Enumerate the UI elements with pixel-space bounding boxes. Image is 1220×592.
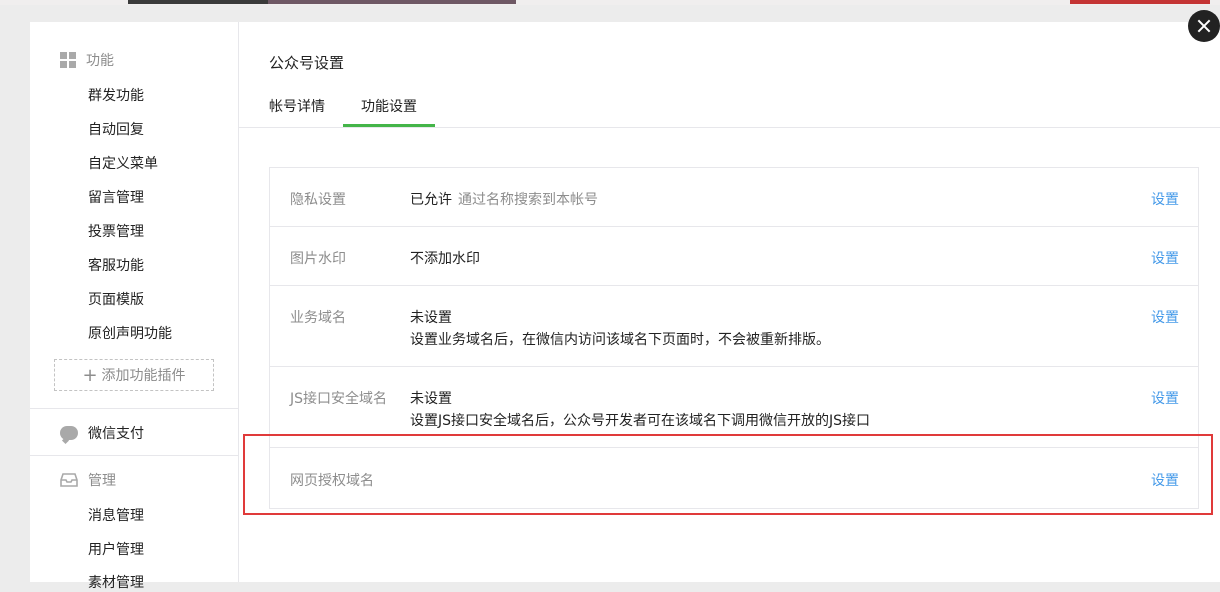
sidebar-item-custom-menu[interactable]: 自定义菜单 — [88, 153, 158, 173]
background-page-strip — [0, 0, 1220, 5]
sidebar-item-comments[interactable]: 留言管理 — [88, 187, 144, 207]
sidebar-item-original-declaration[interactable]: 原创声明功能 — [88, 323, 172, 343]
add-plugin-button[interactable]: + 添加功能插件 — [54, 359, 214, 391]
setting-name: 业务域名 — [290, 310, 346, 326]
sidebar-section-manage: 管理 — [60, 470, 116, 490]
sidebar-section-label: 管理 — [88, 473, 116, 489]
js-domain-settings-link[interactable]: 设置 — [1151, 388, 1179, 408]
oauth-domain-settings-link[interactable]: 设置 — [1151, 470, 1179, 490]
background-strip-dark — [128, 0, 268, 4]
privacy-settings-link[interactable]: 设置 — [1151, 189, 1179, 209]
setting-value: 未设置 — [410, 391, 452, 407]
sidebar-item-label: 微信支付 — [88, 426, 144, 442]
sidebar-item-wechat-pay[interactable]: 微信支付 — [60, 423, 144, 443]
setting-description: 设置业务域名后，在微信内访问该域名下页面时，不会被重新排版。 — [410, 332, 830, 348]
tab-function-settings[interactable]: 功能设置 — [343, 96, 435, 127]
sidebar-item-page-templates[interactable]: 页面模版 — [88, 289, 144, 309]
sidebar-item-users[interactable]: 用户管理 — [88, 539, 144, 559]
setting-row-watermark: 图片水印 不添加水印 设置 — [270, 226, 1198, 285]
setting-value: 不添加水印 — [410, 251, 480, 267]
business-domain-settings-link[interactable]: 设置 — [1151, 307, 1179, 327]
setting-value: 未设置 — [410, 310, 452, 326]
sidebar-section-label: 功能 — [86, 53, 114, 69]
sidebar-divider — [30, 455, 238, 456]
sidebar-item-customer-service[interactable]: 客服功能 — [88, 255, 144, 275]
tab-account-details[interactable]: 帐号详情 — [269, 96, 325, 116]
sidebar-item-mass-send[interactable]: 群发功能 — [88, 85, 144, 105]
setting-row-business-domain: 业务域名 未设置 设置业务域名后，在微信内访问该域名下页面时，不会被重新排版。 … — [270, 285, 1198, 366]
sidebar: 功能 群发功能 自动回复 自定义菜单 留言管理 投票管理 客服功能 页面模版 原… — [30, 22, 239, 591]
setting-row-js-domain: JS接口安全域名 未设置 设置JS接口安全域名后，公众号开发者可在该域名下调用微… — [270, 366, 1198, 447]
settings-dialog: 功能 群发功能 自动回复 自定义菜单 留言管理 投票管理 客服功能 页面模版 原… — [30, 22, 1220, 591]
main-content: 公众号设置 帐号详情 功能设置 隐私设置 已允许 通过名称搜索到本帐号 设置 图片… — [239, 22, 1220, 582]
sidebar-item-materials[interactable]: 素材管理 — [88, 572, 144, 592]
sidebar-item-voting[interactable]: 投票管理 — [88, 221, 144, 241]
sidebar-divider — [30, 408, 238, 409]
setting-name: 图片水印 — [290, 251, 346, 267]
background-strip-image — [268, 0, 516, 4]
sidebar-item-messages[interactable]: 消息管理 — [88, 505, 144, 525]
setting-description: 设置JS接口安全域名后，公众号开发者可在该域名下调用微信开放的JS接口 — [410, 413, 871, 429]
setting-row-privacy: 隐私设置 已允许 通过名称搜索到本帐号 设置 — [270, 168, 1198, 226]
watermark-settings-link[interactable]: 设置 — [1151, 248, 1179, 268]
setting-row-oauth-domain: 网页授权域名 设置 — [270, 447, 1198, 508]
setting-name: JS接口安全域名 — [290, 391, 388, 407]
chat-bubble-icon — [60, 426, 78, 440]
settings-list: 隐私设置 已允许 通过名称搜索到本帐号 设置 图片水印 不添加水印 设置 业务域名… — [269, 167, 1199, 509]
tab-bar: 帐号详情 功能设置 — [239, 84, 1220, 128]
setting-status: 已允许 — [410, 192, 452, 208]
setting-hint: 通过名称搜索到本帐号 — [458, 192, 598, 208]
close-icon[interactable] — [1188, 10, 1220, 42]
add-plugin-label: 添加功能插件 — [101, 368, 186, 384]
inbox-tray-icon — [60, 473, 78, 487]
background-strip-red — [1070, 0, 1210, 4]
sidebar-item-auto-reply[interactable]: 自动回复 — [88, 119, 144, 139]
sidebar-section-features: 功能 — [60, 50, 114, 70]
setting-value: 已允许 通过名称搜索到本帐号 — [410, 189, 598, 209]
setting-name: 网页授权域名 — [290, 473, 374, 489]
setting-name: 隐私设置 — [290, 192, 346, 208]
page-title: 公众号设置 — [269, 54, 345, 72]
plus-icon: + — [82, 364, 98, 386]
grid-icon — [60, 52, 76, 68]
